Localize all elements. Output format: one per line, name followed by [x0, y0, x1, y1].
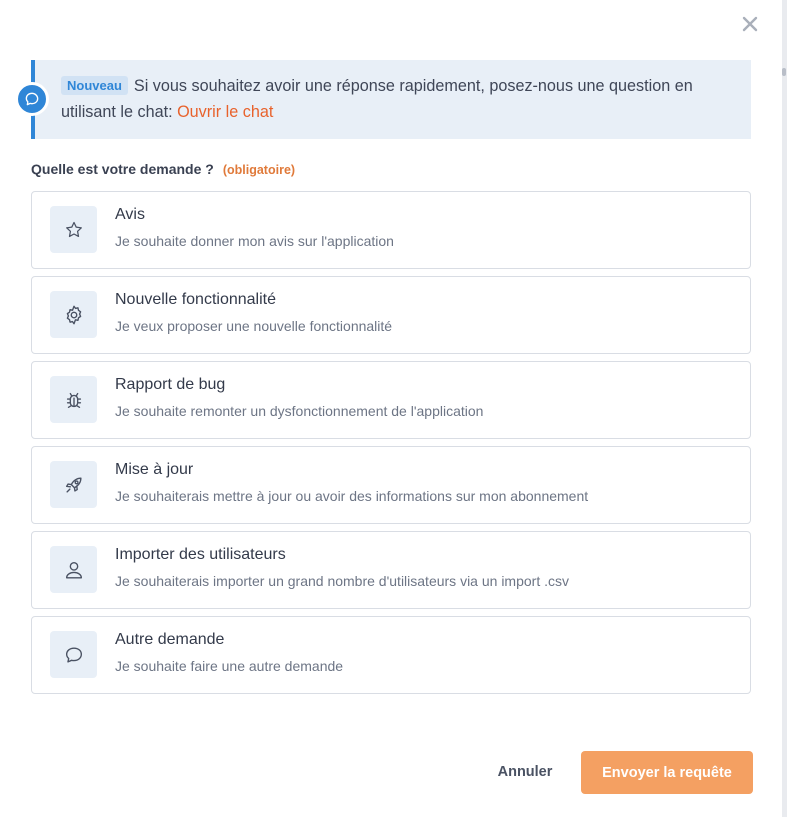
- request-dialog: Nouveau Si vous souhaitez avoir une répon…: [0, 0, 782, 817]
- background-edge: [782, 0, 787, 817]
- option-autre-demande[interactable]: Autre demande Je souhaite faire une autr…: [31, 616, 751, 694]
- option-title: Avis: [115, 206, 145, 223]
- option-description: Je souhaite donner mon avis sur l'applic…: [115, 233, 394, 249]
- option-nouvelle-fonctionnalite[interactable]: Nouvelle fonctionnalité Je veux proposer…: [31, 276, 751, 354]
- bug-icon: [50, 376, 97, 423]
- chat-bubble-icon: [50, 631, 97, 678]
- option-description: Je souhaiterais importer un grand nombre…: [115, 573, 569, 589]
- option-description: Je souhaiterais mettre à jour ou avoir d…: [115, 488, 589, 504]
- submit-request-button[interactable]: Envoyer la requête: [581, 751, 753, 794]
- required-indicator: (obligatoire): [222, 163, 296, 177]
- option-title: Autre demande: [115, 631, 225, 648]
- question-text: Quelle est votre demande ?: [31, 161, 214, 177]
- option-description: Je veux proposer une nouvelle fonctionna…: [115, 318, 393, 334]
- star-icon: [50, 206, 97, 253]
- close-button[interactable]: [738, 12, 762, 36]
- user-icon: [50, 546, 97, 593]
- option-title: Importer des utilisateurs: [115, 546, 286, 563]
- option-title: Mise à jour: [115, 461, 194, 478]
- option-avis[interactable]: Avis Je souhaite donner mon avis sur l'a…: [31, 191, 751, 269]
- option-description: Je souhaite faire une autre demande: [115, 658, 344, 674]
- scroll-marker: [782, 68, 786, 76]
- option-importer-utilisateurs[interactable]: Importer des utilisateurs Je souhaiterai…: [31, 531, 751, 609]
- request-type-options: Avis Je souhaite donner mon avis sur l'a…: [31, 191, 751, 701]
- gear-icon: [50, 291, 97, 338]
- rocket-icon: [50, 461, 97, 508]
- option-description: Je souhaite remonter un dysfonctionnemen…: [115, 403, 484, 419]
- option-rapport-de-bug[interactable]: Rapport de bug Je souhaite remonter un d…: [31, 361, 751, 439]
- option-title: Nouvelle fonctionnalité: [115, 291, 276, 308]
- open-chat-link[interactable]: Ouvrir le chat: [177, 103, 273, 121]
- cancel-button[interactable]: Annuler: [484, 751, 566, 793]
- chat-icon: [15, 82, 49, 116]
- banner-text: Nouveau Si vous souhaitez avoir une répon…: [61, 73, 741, 125]
- close-icon: [742, 16, 758, 32]
- request-type-label: Quelle est votre demande ? (obligatoire): [31, 161, 295, 177]
- option-mise-a-jour[interactable]: Mise à jour Je souhaiterais mettre à jou…: [31, 446, 751, 524]
- option-title: Rapport de bug: [115, 376, 226, 393]
- info-banner: Nouveau Si vous souhaitez avoir une répon…: [31, 60, 751, 139]
- banner-message: Si vous souhaitez avoir une réponse rapi…: [61, 77, 693, 121]
- new-badge: Nouveau: [61, 76, 128, 95]
